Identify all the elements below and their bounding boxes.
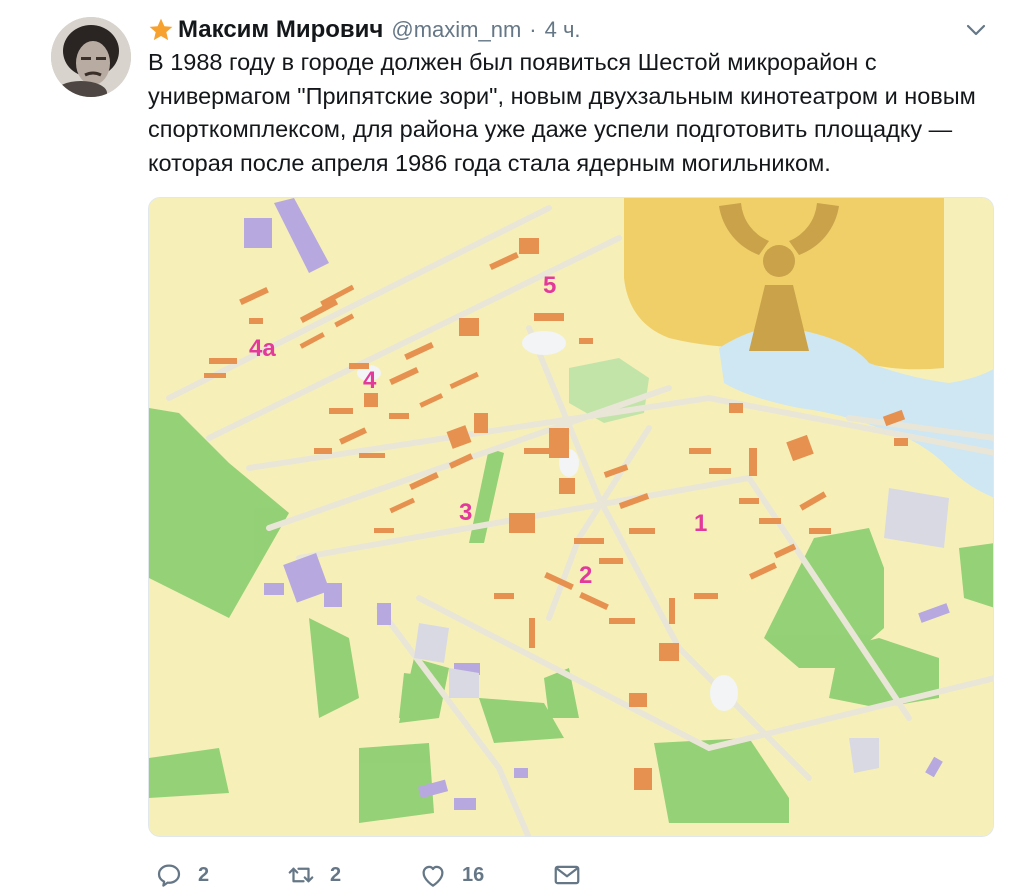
retweet-icon bbox=[288, 867, 314, 883]
tweet: Максим Мирович @maxim_nm · 4 ч. В 1988 г… bbox=[0, 0, 1024, 896]
avatar[interactable] bbox=[51, 17, 131, 97]
map-label-2: 2 bbox=[579, 562, 592, 589]
reply-count: 2 bbox=[198, 863, 210, 886]
map-label-4a: 4а bbox=[249, 335, 276, 362]
tweet-text: В 1988 году в городе должен был появитьс… bbox=[148, 49, 976, 176]
retweet-button[interactable]: 2 bbox=[286, 860, 341, 890]
map-label-5: 5 bbox=[543, 272, 556, 299]
avatar-photo bbox=[51, 17, 131, 97]
tweet-header: Максим Мирович @maxim_nm · 4 ч. bbox=[148, 12, 964, 48]
envelope-icon bbox=[554, 865, 580, 885]
map-label-1: 1 bbox=[694, 510, 707, 537]
tweet-media-map[interactable]: 4а 4 5 3 2 1 bbox=[148, 197, 994, 837]
star-icon bbox=[149, 18, 173, 41]
author-name[interactable]: Максим Мирович bbox=[178, 16, 383, 44]
like-button[interactable]: 16 bbox=[418, 860, 484, 890]
chevron-down-icon[interactable] bbox=[964, 18, 988, 42]
reply-icon bbox=[157, 864, 181, 887]
reply-button[interactable]: 2 bbox=[154, 860, 209, 890]
tweet-timestamp[interactable]: 4 ч. bbox=[545, 17, 581, 43]
direct-message-button[interactable] bbox=[552, 860, 582, 890]
header-separator: · bbox=[529, 17, 537, 42]
heart-icon bbox=[422, 865, 444, 887]
pripyat-map: 4а 4 5 3 2 1 bbox=[149, 198, 993, 836]
map-label-4: 4 bbox=[363, 367, 377, 394]
retweet-count: 2 bbox=[330, 863, 342, 886]
author-handle[interactable]: @maxim_nm bbox=[391, 17, 521, 43]
map-label-3: 3 bbox=[459, 499, 472, 526]
like-count: 16 bbox=[462, 863, 485, 886]
